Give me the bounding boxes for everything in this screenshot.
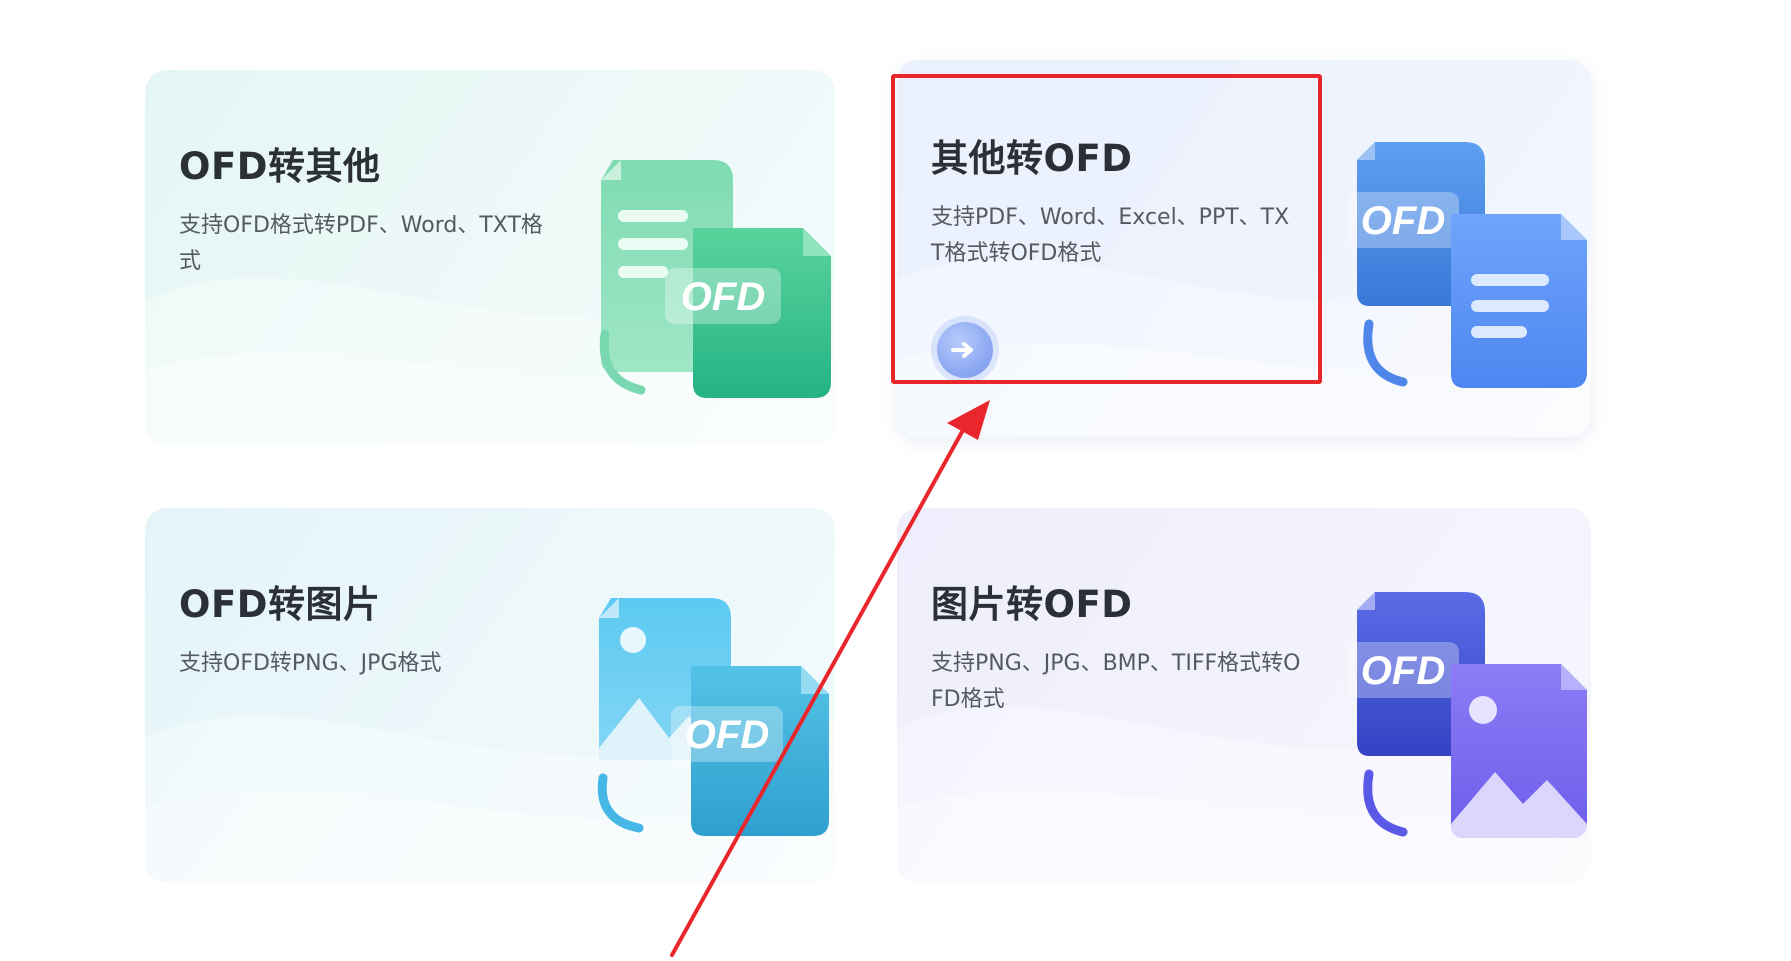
annotation-arrow [670,400,990,957]
